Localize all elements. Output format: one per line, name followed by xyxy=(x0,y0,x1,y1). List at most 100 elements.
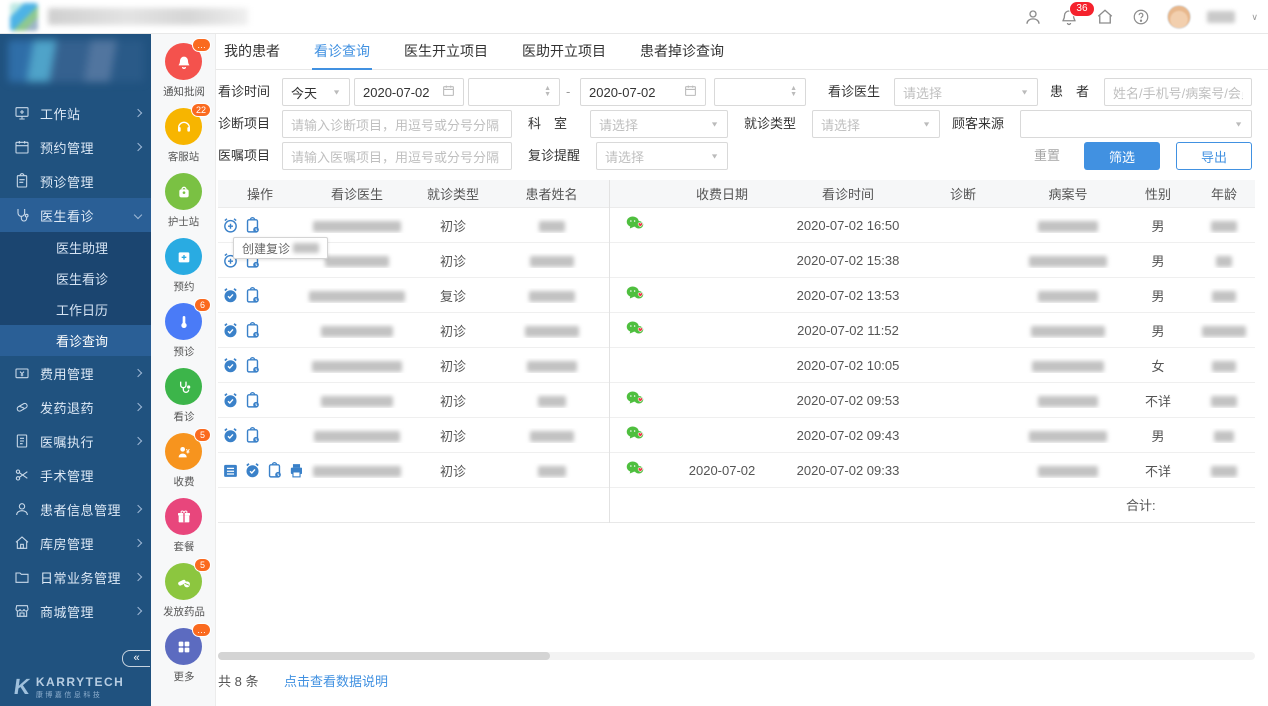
printer-icon[interactable] xyxy=(288,462,302,479)
table-row[interactable]: 初诊2020-07-02 16:50男 xyxy=(218,208,1255,243)
export-button[interactable]: 导出 xyxy=(1176,142,1252,170)
diagnosis-input[interactable]: 请输入诊断项目，用逗号或分号分隔 xyxy=(282,110,512,138)
stepper-arrows-icon[interactable]: ▲▼ xyxy=(790,86,797,98)
alarm-check-icon[interactable] xyxy=(222,392,239,409)
sidebar-item-患者信息管理[interactable]: 患者信息管理 xyxy=(0,492,151,526)
user-icon[interactable] xyxy=(1023,7,1043,27)
table-row[interactable]: 初诊2020-07-02 15:38男 xyxy=(218,243,1255,278)
chevron-down-icon[interactable]: ∨ xyxy=(1251,12,1258,23)
wechat-heart-icon[interactable] xyxy=(625,291,645,306)
headset-icon[interactable]: 22 xyxy=(165,108,202,145)
notifications-button[interactable]: 36 xyxy=(1059,7,1079,27)
patient-search-input[interactable]: 姓名/手机号/病案号/会员卡号 xyxy=(1104,78,1252,106)
quick-item-发放药品[interactable]: 5发放药品 xyxy=(151,563,216,619)
visit-type-select[interactable]: 请选择▼ xyxy=(812,110,940,138)
reset-button[interactable]: 重置 xyxy=(1034,142,1060,170)
doctor-select[interactable]: 请选择▼ xyxy=(894,78,1038,106)
table-row[interactable]: 复诊2020-07-02 13:53男 xyxy=(218,278,1255,313)
quick-item-预诊[interactable]: 6预诊 xyxy=(151,303,216,359)
sidebar-subitem-看诊查询[interactable]: 看诊查询 xyxy=(0,325,151,356)
clipboard-reminder-icon[interactable] xyxy=(266,462,283,479)
data-explanation-link[interactable]: 点击查看数据说明 xyxy=(284,672,388,692)
clipboard-reminder-icon[interactable] xyxy=(244,392,261,409)
clipboard-reminder-icon[interactable] xyxy=(244,217,261,234)
stethoscope2-icon[interactable] xyxy=(165,368,202,405)
alarm-check-icon[interactable] xyxy=(244,462,261,479)
filter-button[interactable]: 筛选 xyxy=(1084,142,1160,170)
wechat-heart-icon[interactable] xyxy=(625,466,645,481)
visit-time-preset-select[interactable]: 今天▼ xyxy=(282,78,350,106)
quick-item-收费[interactable]: ¥5收费 xyxy=(151,433,216,489)
calendar-plus-icon[interactable] xyxy=(165,238,202,275)
tab-医生开立项目[interactable]: 医生开立项目 xyxy=(402,33,490,70)
sidebar-subitem-工作日历[interactable]: 工作日历 xyxy=(0,294,151,325)
customer-source-select[interactable]: ▼ xyxy=(1020,110,1252,138)
wechat-heart-icon[interactable] xyxy=(625,431,645,446)
sidebar-collapse-button[interactable]: « xyxy=(122,650,150,667)
sidebar-subitem-医生助理[interactable]: 医生助理 xyxy=(0,232,151,263)
tab-我的患者[interactable]: 我的患者 xyxy=(222,33,282,70)
tab-看诊查询[interactable]: 看诊查询 xyxy=(312,33,372,70)
sidebar-item-医生看诊[interactable]: 医生看诊 xyxy=(0,198,151,232)
sidebar-item-费用管理[interactable]: 费用管理 xyxy=(0,356,151,390)
table-row[interactable]: 初诊2020-07-02 09:53不详 xyxy=(218,383,1255,418)
quick-item-预约[interactable]: 预约 xyxy=(151,238,216,294)
wechat-heart-icon[interactable] xyxy=(625,326,645,341)
clipboard-reminder-icon[interactable] xyxy=(244,427,261,444)
horizontal-scrollbar-track[interactable] xyxy=(218,652,1255,660)
sidebar-item-日常业务管理[interactable]: 日常业务管理 xyxy=(0,560,151,594)
alarm-check-icon[interactable] xyxy=(222,322,239,339)
bell-icon[interactable]: … xyxy=(165,43,202,80)
cashier-icon[interactable]: ¥5 xyxy=(165,433,202,470)
time-from-stepper[interactable]: ▲▼ xyxy=(468,78,560,106)
stepper-arrows-icon[interactable]: ▲▼ xyxy=(544,86,551,98)
clipboard-reminder-icon[interactable] xyxy=(244,357,261,374)
clipboard-reminder-icon[interactable] xyxy=(244,322,261,339)
avatar[interactable] xyxy=(1167,5,1191,29)
sidebar-subitem-医生看诊[interactable]: 医生看诊 xyxy=(0,263,151,294)
sidebar-item-发药退药[interactable]: 发药退药 xyxy=(0,390,151,424)
quick-item-通知批阅[interactable]: …通知批阅 xyxy=(151,43,216,99)
date-to-input[interactable]: 2020-07-02 xyxy=(580,78,706,106)
help-icon[interactable] xyxy=(1131,7,1151,27)
clipboard-reminder-icon[interactable] xyxy=(244,287,261,304)
department-select[interactable]: 请选择▼ xyxy=(590,110,728,138)
time-to-stepper[interactable]: ▲▼ xyxy=(714,78,806,106)
tab-医助开立项目[interactable]: 医助开立项目 xyxy=(520,33,608,70)
sidebar-item-商城管理[interactable]: 商城管理 xyxy=(0,594,151,628)
sidebar-item-预约管理[interactable]: 预约管理 xyxy=(0,130,151,164)
table-row[interactable]: 初诊2020-07-022020-07-02 09:33不详 xyxy=(218,453,1255,488)
date-from-input[interactable]: 2020-07-02 xyxy=(354,78,464,106)
table-row[interactable]: 初诊2020-07-02 10:05女 xyxy=(218,348,1255,383)
quick-item-套餐[interactable]: 套餐 xyxy=(151,498,216,554)
alarm-check-icon[interactable] xyxy=(222,357,239,374)
thermometer-icon[interactable]: 6 xyxy=(165,303,202,340)
table-row[interactable]: 初诊2020-07-02 11:52男 xyxy=(218,313,1255,348)
tab-患者掉诊查询[interactable]: 患者掉诊查询 xyxy=(638,33,726,70)
quick-item-看诊[interactable]: 看诊 xyxy=(151,368,216,424)
table-row[interactable]: 初诊2020-07-02 09:43男 xyxy=(218,418,1255,453)
wechat-heart-icon[interactable] xyxy=(625,221,645,236)
sidebar-item-工作站[interactable]: 工作站 xyxy=(0,96,151,130)
row-actions xyxy=(218,357,302,374)
pills-icon[interactable]: 5 xyxy=(165,563,202,600)
quick-item-更多[interactable]: …更多 xyxy=(151,628,216,684)
alarm-check-icon[interactable] xyxy=(222,287,239,304)
quick-item-客服站[interactable]: 22客服站 xyxy=(151,108,216,164)
order-input[interactable]: 请输入医嘱项目，用逗号或分号分隔 xyxy=(282,142,512,170)
alarm-plus-icon[interactable] xyxy=(222,217,239,234)
list-icon[interactable] xyxy=(222,462,239,479)
quick-item-护士站[interactable]: 护士站 xyxy=(151,173,216,229)
sidebar-item-库房管理[interactable]: 库房管理 xyxy=(0,526,151,560)
grid-icon[interactable]: … xyxy=(165,628,202,665)
sidebar-item-医嘱执行[interactable]: 医嘱执行 xyxy=(0,424,151,458)
sidebar-item-手术管理[interactable]: 手术管理 xyxy=(0,458,151,492)
gift-icon[interactable] xyxy=(165,498,202,535)
wechat-heart-icon[interactable] xyxy=(625,396,645,411)
bag-icon[interactable] xyxy=(165,173,202,210)
sidebar-item-预诊管理[interactable]: 预诊管理 xyxy=(0,164,151,198)
reminder-select[interactable]: 请选择▼ xyxy=(596,142,728,170)
horizontal-scrollbar-thumb[interactable] xyxy=(218,652,550,660)
home-icon[interactable] xyxy=(1095,7,1115,27)
alarm-check-icon[interactable] xyxy=(222,427,239,444)
